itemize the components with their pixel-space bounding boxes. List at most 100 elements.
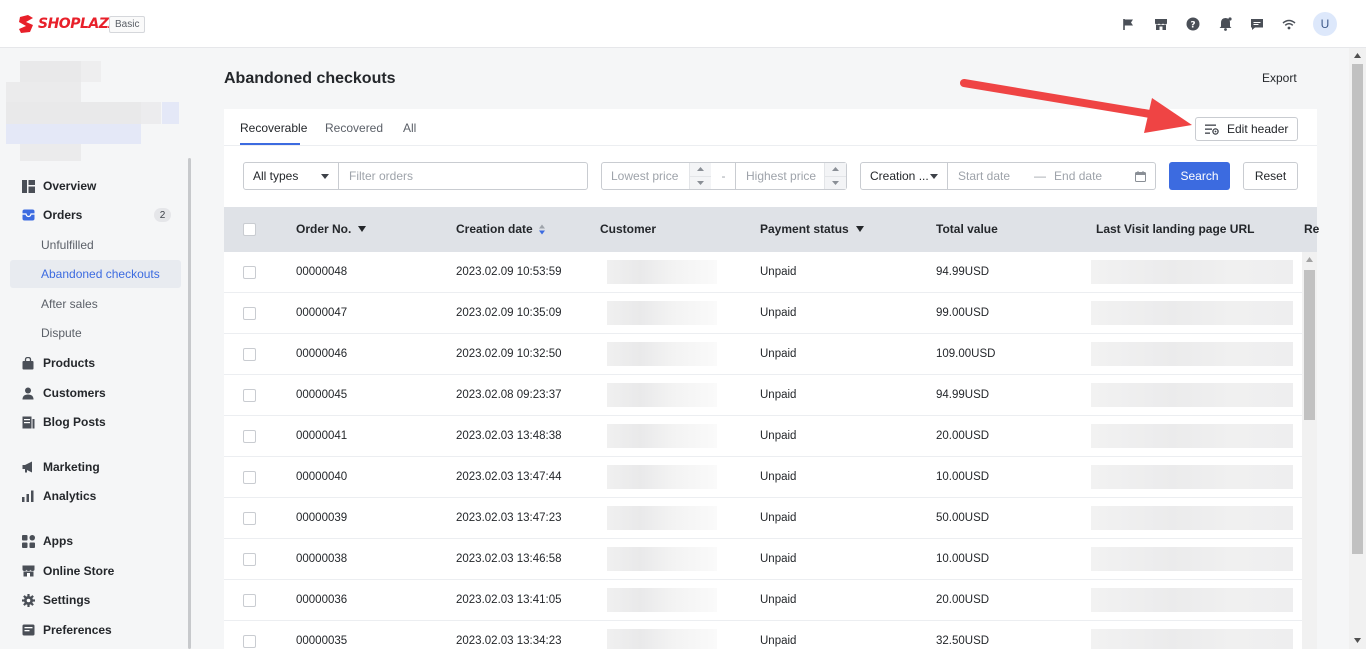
order-number[interactable]: 00000046 bbox=[296, 348, 347, 360]
stepper-down-icon[interactable] bbox=[690, 176, 711, 189]
tab-all[interactable]: All bbox=[403, 121, 416, 135]
sort-icon[interactable] bbox=[538, 224, 545, 235]
order-number[interactable]: 00000038 bbox=[296, 553, 347, 565]
sidebar-scrollbar[interactable] bbox=[188, 158, 191, 649]
help-icon[interactable]: ? bbox=[1177, 0, 1209, 48]
order-number[interactable]: 00000036 bbox=[296, 594, 347, 606]
reset-button[interactable]: Reset bbox=[1243, 162, 1298, 190]
scroll-up-icon[interactable] bbox=[1354, 53, 1361, 58]
table-row[interactable]: 00000035 2023.02.03 13:34:23 Unpaid 32.5… bbox=[224, 621, 1302, 649]
order-type-select[interactable]: All types bbox=[243, 162, 339, 190]
sidebar-item-products[interactable]: Products bbox=[10, 349, 181, 377]
sidebar-item-apps[interactable]: Apps bbox=[10, 527, 181, 555]
sidebar-item-customers[interactable]: Customers bbox=[10, 379, 181, 407]
table-row[interactable]: 00000046 2023.02.09 10:32:50 Unpaid 109.… bbox=[224, 334, 1302, 375]
bell-icon[interactable] bbox=[1209, 0, 1241, 48]
filter-orders-input[interactable]: Filter orders bbox=[338, 162, 588, 190]
tab-recovered[interactable]: Recovered bbox=[325, 121, 383, 135]
sidebar-item-label: Abandoned checkouts bbox=[41, 267, 160, 281]
order-number[interactable]: 00000047 bbox=[296, 307, 347, 319]
table-scroll-thumb[interactable] bbox=[1304, 270, 1315, 420]
lowest-price-input[interactable]: Lowest price bbox=[601, 162, 712, 190]
table-row[interactable]: 00000039 2023.02.03 13:47:23 Unpaid 50.0… bbox=[224, 498, 1302, 539]
order-number[interactable]: 00000048 bbox=[296, 266, 347, 278]
store-icon[interactable] bbox=[1145, 0, 1177, 48]
sidebar-item-marketing[interactable]: Marketing bbox=[10, 453, 181, 481]
date-range-picker[interactable]: Start date — End date bbox=[947, 162, 1156, 190]
select-all-checkbox[interactable] bbox=[243, 223, 256, 236]
column-label: Creation date bbox=[456, 222, 533, 236]
total-value: 10.00USD bbox=[936, 471, 990, 483]
table-row[interactable]: 00000048 2023.02.09 10:53:59 Unpaid 94.9… bbox=[224, 252, 1302, 293]
sidebar-item-dispute[interactable]: Dispute bbox=[10, 319, 181, 347]
calendar-icon[interactable] bbox=[1135, 170, 1146, 182]
scroll-down-icon[interactable] bbox=[1354, 638, 1361, 643]
customer-blurred bbox=[607, 547, 717, 571]
order-number[interactable]: 00000040 bbox=[296, 471, 347, 483]
sidebar-item-analytics[interactable]: Analytics bbox=[10, 482, 181, 510]
row-checkbox[interactable] bbox=[243, 307, 256, 320]
filter-caret-icon[interactable] bbox=[358, 226, 367, 232]
sidebar-item-blog-posts[interactable]: Blog Posts bbox=[10, 408, 181, 436]
filter-orders-placeholder: Filter orders bbox=[349, 169, 414, 183]
row-checkbox[interactable] bbox=[243, 471, 256, 484]
sidebar-item-overview[interactable]: Overview bbox=[10, 172, 181, 200]
table-row[interactable]: 00000047 2023.02.09 10:35:09 Unpaid 99.0… bbox=[224, 293, 1302, 334]
table-scrollbar[interactable] bbox=[1302, 252, 1317, 649]
row-checkbox[interactable] bbox=[243, 553, 256, 566]
table-header: Order No. Creation date Customer Payment… bbox=[224, 207, 1319, 252]
sidebar-item-unfulfilled[interactable]: Unfulfilled bbox=[10, 231, 181, 259]
page-title: Abandoned checkouts bbox=[224, 70, 396, 87]
table-row[interactable]: 00000045 2023.02.08 09:23:37 Unpaid 94.9… bbox=[224, 375, 1302, 416]
stepper-up-icon[interactable] bbox=[690, 163, 711, 177]
row-checkbox[interactable] bbox=[243, 635, 256, 648]
sidebar-item-settings[interactable]: Settings bbox=[10, 586, 181, 614]
table-row[interactable]: 00000041 2023.02.03 13:48:38 Unpaid 20.0… bbox=[224, 416, 1302, 457]
flag-icon[interactable] bbox=[1113, 0, 1145, 48]
scroll-up-icon[interactable] bbox=[1306, 257, 1313, 262]
filter-caret-icon[interactable] bbox=[855, 226, 864, 232]
message-icon[interactable] bbox=[1241, 0, 1273, 48]
column-creation-date[interactable]: Creation date bbox=[456, 222, 545, 236]
row-checkbox[interactable] bbox=[243, 594, 256, 607]
sidebar-item-orders[interactable]: Orders 2 bbox=[10, 201, 181, 229]
date-type-value: Creation ... bbox=[870, 169, 929, 183]
table-row[interactable]: 00000038 2023.02.03 13:46:58 Unpaid 10.0… bbox=[224, 539, 1302, 580]
export-button[interactable]: Export bbox=[1262, 71, 1297, 85]
sidebar-item-online-store[interactable]: Online Store bbox=[10, 557, 181, 585]
sidebar-item-after-sales[interactable]: After sales bbox=[10, 290, 181, 318]
highest-price-input[interactable]: Highest price bbox=[735, 162, 847, 190]
lowest-price-stepper[interactable] bbox=[689, 163, 711, 189]
order-number[interactable]: 00000045 bbox=[296, 389, 347, 401]
store-icon bbox=[21, 564, 35, 578]
column-payment-status[interactable]: Payment status bbox=[760, 222, 864, 236]
page-scroll-thumb[interactable] bbox=[1352, 64, 1363, 554]
stepper-down-icon[interactable] bbox=[825, 176, 846, 189]
wifi-icon[interactable] bbox=[1273, 0, 1305, 48]
edit-header-button[interactable]: Edit header bbox=[1195, 117, 1298, 141]
order-number[interactable]: 00000039 bbox=[296, 512, 347, 524]
creation-date: 2023.02.03 13:47:23 bbox=[456, 512, 562, 524]
date-type-select[interactable]: Creation ... bbox=[860, 162, 948, 190]
column-order-no[interactable]: Order No. bbox=[296, 222, 367, 236]
highest-price-stepper[interactable] bbox=[824, 163, 846, 189]
search-button[interactable]: Search bbox=[1169, 162, 1230, 190]
orders-icon bbox=[21, 208, 35, 222]
stepper-up-icon[interactable] bbox=[825, 163, 846, 177]
row-checkbox[interactable] bbox=[243, 430, 256, 443]
payment-status: Unpaid bbox=[760, 266, 797, 278]
sidebar-item-abandoned-checkouts[interactable]: Abandoned checkouts bbox=[10, 260, 181, 288]
order-number[interactable]: 00000041 bbox=[296, 430, 347, 442]
table-row[interactable]: 00000036 2023.02.03 13:41:05 Unpaid 20.0… bbox=[224, 580, 1302, 621]
sidebar-item-preferences[interactable]: Preferences bbox=[10, 616, 181, 644]
page-scrollbar[interactable] bbox=[1349, 48, 1366, 649]
order-number[interactable]: 00000035 bbox=[296, 635, 347, 647]
row-checkbox[interactable] bbox=[243, 512, 256, 525]
tab-recoverable[interactable]: Recoverable bbox=[240, 121, 307, 135]
table-row[interactable]: 00000040 2023.02.03 13:47:44 Unpaid 10.0… bbox=[224, 457, 1302, 498]
avatar[interactable]: U bbox=[1313, 12, 1337, 36]
store-info-blurred[interactable] bbox=[6, 61, 180, 161]
row-checkbox[interactable] bbox=[243, 348, 256, 361]
row-checkbox[interactable] bbox=[243, 266, 256, 279]
row-checkbox[interactable] bbox=[243, 389, 256, 402]
